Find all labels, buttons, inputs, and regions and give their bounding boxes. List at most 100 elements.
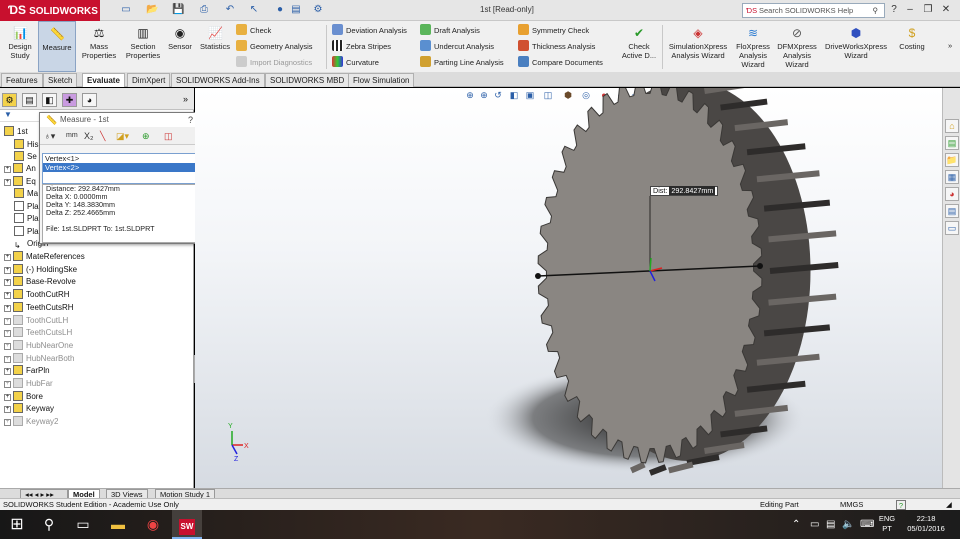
parting-line-analysis-button[interactable]: Parting Line Analysis <box>420 56 504 70</box>
tree-item-hubnearone[interactable]: + HubNearOne <box>4 339 73 352</box>
expand-icon[interactable]: + <box>4 368 11 376</box>
measure-button[interactable]: 📏 Measure <box>38 21 76 72</box>
tab-features[interactable]: Features <box>1 73 43 87</box>
tree-item-history[interactable]: His <box>14 139 39 151</box>
design-study-button[interactable]: 📊 Design Study <box>2 21 38 72</box>
expand-icon[interactable]: + <box>4 166 11 173</box>
displaymanager-tab-icon[interactable]: ◕ <box>82 93 97 107</box>
tree-item-keyway[interactable]: + Keyway <box>4 403 54 415</box>
tree-root[interactable]: 1st <box>4 126 28 138</box>
vertex-2-marker[interactable] <box>757 263 763 269</box>
expand-icon[interactable]: + <box>4 419 11 427</box>
tree-item-base-revolve[interactable]: + Base-Revolve <box>4 276 76 288</box>
search-icon[interactable]: ⚲ <box>873 4 879 17</box>
help-icon[interactable]: ? <box>888 2 900 18</box>
expand-icon[interactable]: + <box>4 317 11 325</box>
task-view-icon[interactable]: ▭ <box>68 510 98 539</box>
close-button[interactable]: ✕ <box>940 2 952 18</box>
graphics-area[interactable]: ⊕ ⊕ ↺ ◧ ▣ ◫ ⬢ ◎ ● ◐ ▭ <box>195 88 942 488</box>
expand-icon[interactable]: + <box>4 342 11 350</box>
solidworks-taskbar-icon[interactable]: SW <box>172 510 202 539</box>
distance-callout[interactable]: Dist: 292.8427mm <box>650 186 719 196</box>
expand-icon[interactable]: + <box>4 254 11 261</box>
zebra-stripes-button[interactable]: Zebra Stripes <box>332 40 391 54</box>
network-icon[interactable]: ▤ <box>826 510 835 539</box>
minimize-button[interactable]: – <box>904 2 916 18</box>
propertymanager-tab-icon[interactable]: ▤ <box>22 93 37 107</box>
thickness-analysis-button[interactable]: Thickness Analysis <box>518 40 595 54</box>
search-icon[interactable]: ⚲ <box>34 510 64 539</box>
configurationmanager-tab-icon[interactable]: ◧ <box>42 93 57 107</box>
custom-properties-icon[interactable]: ▤ <box>945 204 959 218</box>
notification-icon[interactable]: ▭ <box>810 510 819 539</box>
arc-circle-measurements-icon[interactable]: ♁▾ <box>44 130 55 142</box>
import-diagnostics-button[interactable]: Import Diagnostics <box>236 56 312 70</box>
more-commands-icon[interactable]: » <box>948 39 952 53</box>
tree-item-teethcutsrh[interactable]: + TeethCutsRH <box>4 301 74 314</box>
view-palette-icon[interactable]: ▦ <box>945 170 959 184</box>
check-button[interactable]: Check <box>236 24 271 38</box>
new-document-icon[interactable]: ▭ <box>120 4 132 16</box>
gear-model[interactable]: X Y Z <box>195 88 942 488</box>
compare-documents-button[interactable]: Compare Documents <box>518 56 603 70</box>
solidworks-resources-icon[interactable]: ⌂ <box>945 119 959 133</box>
tree-item-toothcutrh[interactable]: + ToothCutRH <box>4 289 70 301</box>
expand-icon[interactable]: + <box>4 393 11 401</box>
tab-dimxpert[interactable]: DimXpert <box>127 73 171 87</box>
options-icon[interactable]: ⚙ <box>312 4 324 16</box>
tree-item-equations[interactable]: + Eq <box>4 176 36 188</box>
tab-evaluate[interactable]: Evaluate <box>82 73 125 87</box>
expand-icon[interactable]: + <box>4 279 11 287</box>
tab-mbd[interactable]: SOLIDWORKS MBD <box>265 73 350 87</box>
tree-item-hubnearboth[interactable]: + HubNearBoth <box>4 352 74 365</box>
point-to-point-icon[interactable]: ╲ <box>100 130 105 142</box>
file-properties-icon[interactable]: ▤ <box>290 4 302 16</box>
tree-item-sensors[interactable]: Se <box>14 151 37 163</box>
section-properties-button[interactable]: ▥ Section Properties <box>122 21 164 72</box>
check-active-document-button[interactable]: ✔ Check Active D... <box>618 21 660 72</box>
solidworks-forum-icon[interactable]: ▭ <box>945 221 959 235</box>
tree-item-toothcutlh[interactable]: + ToothCutLH <box>4 314 68 327</box>
solidworks-logo[interactable]: ƊS SOLIDWORKS <box>0 0 100 21</box>
expand-panel-icon[interactable]: » <box>178 93 193 107</box>
tree-item-material[interactable]: Ma <box>14 188 38 200</box>
sensor-button[interactable]: ◉ Sensor <box>165 21 195 72</box>
expand-icon[interactable]: + <box>4 266 11 274</box>
geometry-analysis-button[interactable]: Geometry Analysis <box>236 40 313 54</box>
show-xyz-icon[interactable]: X₂ <box>84 130 94 142</box>
keyboard-icon[interactable]: ⌨ <box>860 510 874 539</box>
tree-item-annotations[interactable]: + An <box>4 163 36 175</box>
expand-icon[interactable]: + <box>4 179 11 186</box>
projection-icon[interactable]: ◪▾ <box>116 130 129 142</box>
create-sensor-icon[interactable]: ◫ <box>164 130 173 142</box>
restore-button[interactable]: ❐ <box>922 2 934 18</box>
volume-icon[interactable]: 🔈 <box>842 510 854 539</box>
curvature-button[interactable]: Curvature <box>332 56 379 70</box>
tree-item-teethcutslh[interactable]: + TeethCutsLH <box>4 327 72 339</box>
clock[interactable]: 22:18 05/01/2016 <box>902 510 950 539</box>
expand-icon[interactable]: + <box>4 406 11 414</box>
help-button[interactable]: ? <box>188 113 193 127</box>
tree-item-plane-3[interactable]: Pla <box>14 226 39 238</box>
tree-item-plane-1[interactable]: Pla <box>14 201 39 213</box>
tab-sketch[interactable]: Sketch <box>43 73 78 87</box>
featuremanager-tab-icon[interactable]: ⚙ <box>2 93 17 107</box>
tree-item-farpln[interactable]: + FarPln <box>4 365 50 377</box>
print-icon[interactable]: ⎙ <box>198 4 210 16</box>
floxpress-button[interactable]: ≋ FloXpress Analysis Wizard <box>732 21 774 72</box>
undercut-analysis-button[interactable]: Undercut Analysis <box>420 40 494 54</box>
draft-analysis-button[interactable]: Draft Analysis <box>420 24 480 38</box>
design-library-icon[interactable]: ▤ <box>945 136 959 150</box>
costing-button[interactable]: $ Costing <box>894 21 930 72</box>
dfmxpress-button[interactable]: ⊘ DFMXpress Analysis Wizard <box>775 21 819 72</box>
tab-flow-simulation[interactable]: Flow Simulation <box>348 73 415 87</box>
rebuild-icon[interactable]: ● <box>274 4 286 16</box>
status-help-icon[interactable]: ? <box>896 500 906 510</box>
show-hidden-icons-icon[interactable]: ⌃ <box>792 510 800 539</box>
appearances-icon[interactable]: ◕ <box>945 187 959 201</box>
symmetry-check-button[interactable]: Symmetry Check <box>518 24 589 38</box>
expand-icon[interactable]: + <box>4 355 11 363</box>
filter-icon[interactable]: ▼ <box>4 110 12 119</box>
help-search-input[interactable]: ƊS Search SOLIDWORKS Help ⚲ <box>742 3 885 18</box>
tree-item-hubfar[interactable]: + HubFar <box>4 378 53 390</box>
